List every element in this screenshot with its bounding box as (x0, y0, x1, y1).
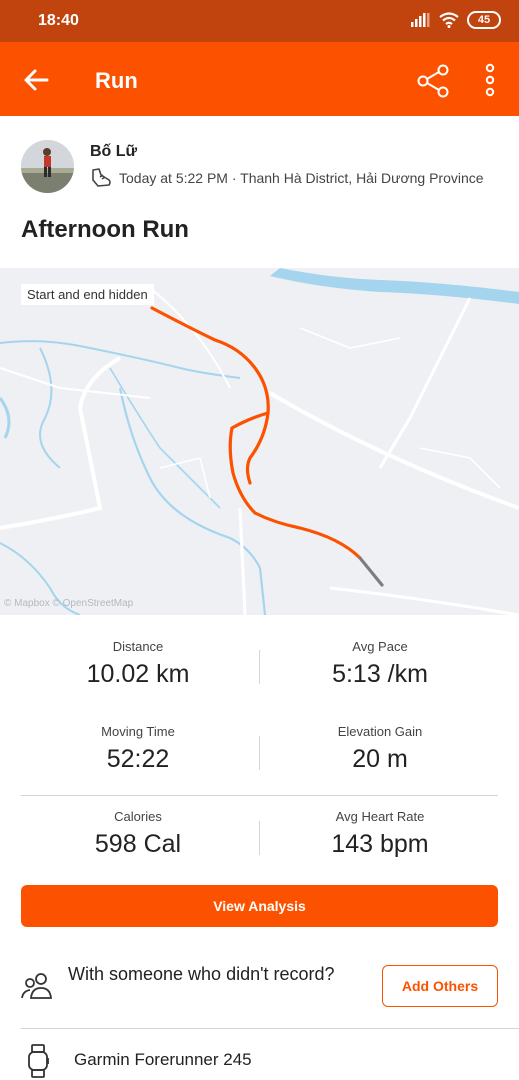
stat-label: Avg Heart Rate (335, 809, 425, 824)
stat-value: 20 m (352, 745, 408, 773)
stat-divider (259, 736, 260, 770)
stat-distance: Distance 10.02 km (18, 639, 258, 689)
stat-divider (259, 650, 260, 684)
device-name: Garmin Forerunner 245 (74, 1050, 252, 1069)
stat-label: Avg Pace (352, 639, 408, 654)
stat-label: Moving Time (101, 724, 175, 739)
status-bar: 18:40 45 (0, 0, 519, 42)
stat-label: Calories (114, 809, 162, 824)
add-others-button[interactable]: Add Others (382, 965, 498, 1007)
battery-icon: 45 (467, 11, 501, 29)
stat-label: Distance (112, 639, 164, 654)
shoe-icon (92, 168, 111, 187)
stat-calories: Calories 598 Cal (18, 809, 258, 859)
stat-label: Elevation Gain (337, 724, 423, 739)
share-icon[interactable] (416, 64, 450, 98)
wifi-icon (439, 12, 459, 28)
page-title: Run (95, 68, 138, 93)
stat-avg-heart-rate: Avg Heart Rate 143 bpm (260, 809, 500, 859)
status-time: 18:40 (38, 12, 79, 29)
app-bar: Run (0, 42, 519, 116)
avatar[interactable] (21, 140, 74, 193)
divider (21, 1028, 519, 1029)
stat-value: 598 Cal (94, 830, 182, 858)
watch-icon (28, 1044, 49, 1078)
map-credit: © Mapbox © OpenStreetMap (4, 598, 134, 609)
more-vertical-icon[interactable] (478, 62, 502, 98)
stat-avg-pace: Avg Pace 5:13 /km (260, 639, 500, 689)
athlete-name[interactable]: Bố Lữ (90, 143, 137, 161)
stat-divider (259, 821, 260, 855)
back-arrow-icon[interactable] (20, 64, 52, 96)
activity-title: Afternoon Run (21, 216, 189, 243)
stat-value: 10.02 km (86, 660, 190, 688)
group-prompt: With someone who didn't record? (68, 964, 335, 984)
view-analysis-button[interactable]: View Analysis (21, 885, 498, 927)
stat-moving-time: Moving Time 52:22 (18, 724, 258, 774)
privacy-label: Start and end hidden (21, 284, 154, 305)
signal-icon (411, 13, 430, 27)
stat-elevation-gain: Elevation Gain 20 m (260, 724, 500, 774)
stat-value: 143 bpm (331, 830, 429, 858)
people-icon (21, 973, 52, 999)
activity-meta: Today at 5:22 PM · Thanh Hà District, Hả… (119, 170, 484, 186)
divider (21, 795, 498, 796)
stat-value: 52:22 (106, 745, 170, 773)
stat-value: 5:13 /km (332, 660, 428, 688)
status-icons: 45 (411, 11, 501, 29)
route-map[interactable] (0, 268, 519, 615)
